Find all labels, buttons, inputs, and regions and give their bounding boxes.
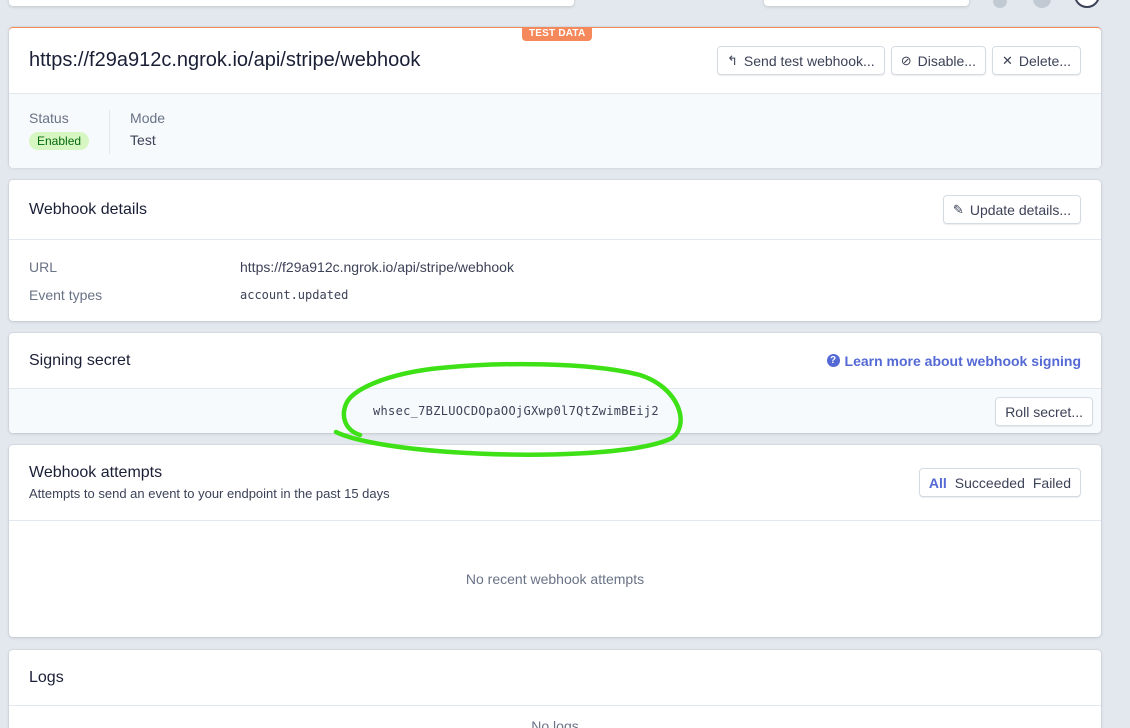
event-type-value: account.updated xyxy=(240,288,349,302)
status-badge: Enabled xyxy=(29,132,90,150)
attempts-empty-state: No recent webhook attempts xyxy=(9,521,1101,637)
mode-label: Mode xyxy=(130,110,166,126)
filter-failed[interactable]: Failed xyxy=(1033,475,1071,491)
mode-value: Test xyxy=(130,132,156,148)
question-icon: ? xyxy=(826,354,840,367)
webhook-attempts-card: Webhook attempts Attempts to send an eve… xyxy=(9,445,1101,637)
logs-title: Logs xyxy=(29,668,64,686)
secret-row: whsec_7BZLUOCDOpaOOjGXwp0l7QtZwimBEij2 R… xyxy=(9,388,1101,433)
event-types-label: Event types xyxy=(29,287,103,303)
attempts-title: Webhook attempts xyxy=(29,464,163,481)
attempts-empty-text: No recent webhook attempts xyxy=(465,571,645,587)
avatar[interactable] xyxy=(1074,0,1100,8)
secret-value[interactable]: whsec_7BZLUOCDOpaOOjGXwp0l7QtZwimBEij2 xyxy=(373,404,659,418)
endpoint-meta: Status Enabled Mode Test xyxy=(9,93,1101,168)
delete-button[interactable]: ✕ Delete... xyxy=(991,46,1081,75)
details-title: Webhook details xyxy=(29,200,147,218)
filter-succeeded[interactable]: Succeeded xyxy=(955,475,1025,491)
disable-icon: ⊘ xyxy=(900,53,912,68)
signing-title: Signing secret xyxy=(29,351,131,369)
update-details-button[interactable]: ✎ Update details... xyxy=(942,195,1081,224)
url-value: https://f29a912c.ngrok.io/api/stripe/web… xyxy=(240,259,514,275)
attempts-subtitle: Attempts to send an event to your endpoi… xyxy=(29,486,390,501)
webhook-details-card: Webhook details ✎ Update details... URL … xyxy=(9,180,1101,321)
disable-label: Disable... xyxy=(917,52,976,69)
filter-all[interactable]: All xyxy=(929,475,947,491)
delete-label: Delete... xyxy=(1018,52,1071,69)
roll-secret-label: Roll secret... xyxy=(1005,403,1083,420)
signing-secret-card: Signing secret ? Learn more about webhoo… xyxy=(9,333,1101,433)
learn-more-label: Learn more about webhook signing xyxy=(844,352,1081,369)
top-card-fragment xyxy=(9,0,574,6)
help-icon[interactable] xyxy=(993,0,1007,8)
mode-block: Mode Test xyxy=(110,110,165,168)
update-details-label: Update details... xyxy=(969,201,1071,218)
pencil-icon: ✎ xyxy=(952,202,964,217)
notifications-icon[interactable] xyxy=(1033,0,1051,8)
roll-secret-button[interactable]: Roll secret... xyxy=(995,397,1093,426)
disable-button[interactable]: ⊘ Disable... xyxy=(890,46,986,75)
send-test-webhook-button[interactable]: ↰ Send test webhook... xyxy=(717,46,885,75)
logs-empty-text: No logs xyxy=(531,718,579,728)
top-search-fragment[interactable] xyxy=(764,0,969,6)
learn-more-link[interactable]: ? Learn more about webhook signing xyxy=(826,352,1081,369)
url-row: URL https://f29a912c.ngrok.io/api/stripe… xyxy=(29,257,1081,277)
status-block: Status Enabled xyxy=(29,110,111,154)
close-icon: ✕ xyxy=(1001,53,1013,68)
event-types-row: Event types account.updated xyxy=(29,285,1081,305)
attempts-heading: Webhook attempts Attempts to send an eve… xyxy=(29,464,390,501)
endpoint-actions: ↰ Send test webhook... ⊘ Disable... ✕ De… xyxy=(717,46,1081,75)
endpoint-url-title: https://f29a912c.ngrok.io/api/stripe/web… xyxy=(29,49,421,71)
endpoint-card: TEST DATA https://f29a912c.ngrok.io/api/… xyxy=(9,27,1101,168)
status-label: Status xyxy=(29,110,69,126)
logs-card: Logs No logs xyxy=(9,650,1101,728)
details-body: URL https://f29a912c.ngrok.io/api/stripe… xyxy=(9,240,1101,305)
url-label: URL xyxy=(29,259,58,275)
send-test-label: Send test webhook... xyxy=(743,52,875,69)
attempts-filter: All Succeeded Failed xyxy=(918,468,1081,497)
reply-icon: ↰ xyxy=(727,53,738,68)
